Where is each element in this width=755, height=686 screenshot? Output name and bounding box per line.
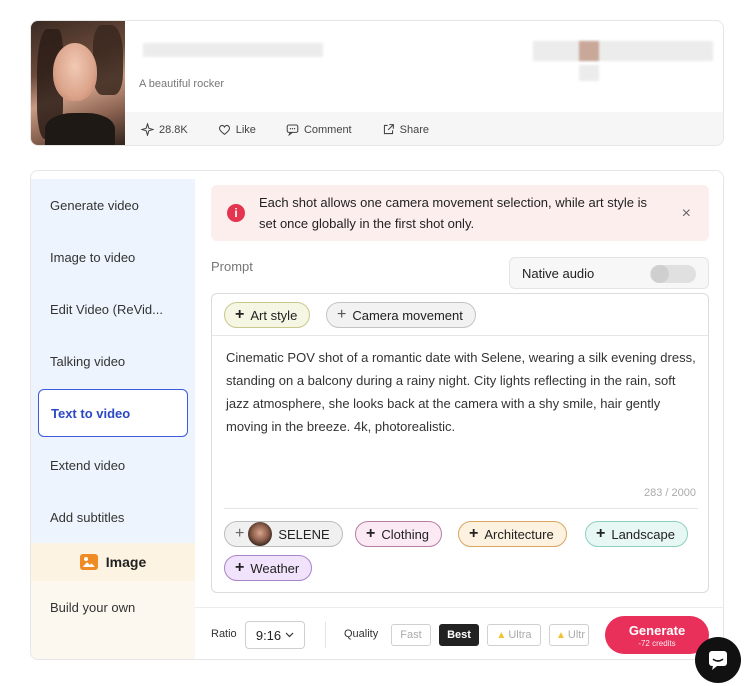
- plus-icon: +: [366, 525, 376, 542]
- image-icon: [79, 554, 98, 570]
- heart-icon: [218, 124, 230, 136]
- close-icon[interactable]: ×: [682, 205, 691, 223]
- plus-icon: +: [235, 306, 245, 323]
- character-mini-avatar: [248, 522, 273, 546]
- camera-movement-label: Camera movement: [352, 307, 463, 323]
- character-subtitle: A beautiful rocker: [139, 78, 224, 90]
- tag-clothing[interactable]: + Clothing: [355, 521, 443, 547]
- generation-settings-bar: Ratio 9:16 Quality Fast Best ▲ Ultra ▲ U…: [195, 607, 723, 659]
- sparkle-icon: [141, 123, 154, 136]
- sidebar-item-talking-video[interactable]: Talking video: [31, 335, 195, 387]
- chat-support-button[interactable]: [695, 637, 741, 683]
- sidebar-group-label: Image: [105, 554, 147, 570]
- quality-best-button[interactable]: Best: [439, 624, 479, 646]
- quality-ultra-alt-button[interactable]: ▲ Ultr: [549, 624, 589, 646]
- quality-ultra-button[interactable]: ▲ Ultra: [487, 624, 541, 646]
- info-alert: i Each shot allows one camera movement s…: [211, 185, 709, 241]
- character-avatar[interactable]: [31, 21, 125, 145]
- sidebar-item-text-to-video[interactable]: Text to video: [38, 389, 188, 437]
- prompt-editor[interactable]: + Art style + Camera movement Cinematic …: [211, 293, 709, 593]
- share-label: Share: [399, 123, 429, 136]
- generate-label: Generate: [628, 622, 686, 638]
- crown-icon: ▲: [496, 629, 507, 641]
- like-button[interactable]: Like: [218, 123, 256, 136]
- comment-button[interactable]: Comment: [286, 123, 352, 136]
- sidebar-item-add-subtitles[interactable]: Add subtitles: [31, 491, 195, 543]
- tag-weather[interactable]: + Weather: [224, 555, 313, 581]
- clothing-label: Clothing: [381, 526, 430, 542]
- blurred-badge-sub: [579, 65, 599, 81]
- generator-panel: Generate video Image to video Edit Video…: [30, 170, 724, 660]
- crown-icon: ▲: [556, 629, 566, 641]
- architecture-label: Architecture: [484, 526, 554, 542]
- chat-icon: [709, 651, 727, 670]
- generator-content: i Each shot allows one camera movement s…: [195, 171, 723, 659]
- plus-icon: +: [235, 525, 245, 542]
- quality-ultra-alt-label: Ultr: [567, 629, 586, 641]
- sidebar-item-edit-video[interactable]: Edit Video (ReVid...: [31, 283, 195, 335]
- like-label: Like: [235, 123, 256, 136]
- landscape-label: Landscape: [611, 526, 675, 542]
- stats-bar: 28.8K Like Comment Share: [125, 112, 723, 145]
- settings-divider: [325, 622, 326, 648]
- alert-message: Each shot allows one camera movement sel…: [259, 195, 648, 231]
- generate-credits: -72 credits: [638, 638, 676, 648]
- sidebar-item-image-to-video[interactable]: Image to video: [31, 231, 195, 283]
- plus-icon: +: [469, 525, 479, 542]
- selene-label: SELENE: [278, 526, 330, 542]
- tag-architecture[interactable]: + Architecture: [458, 521, 567, 547]
- ratio-label: Ratio: [211, 628, 237, 640]
- native-audio-toggle[interactable]: Native audio: [509, 257, 709, 289]
- sidebar: Generate video Image to video Edit Video…: [31, 179, 195, 659]
- editor-divider: [212, 335, 708, 336]
- character-card: A beautiful rocker 28.8K Like Comment Sh…: [30, 20, 724, 146]
- comment-label: Comment: [303, 123, 352, 136]
- sidebar-group-image[interactable]: Image: [31, 543, 195, 581]
- sidebar-item-build-your-own[interactable]: Build your own: [31, 581, 195, 633]
- comment-icon: [286, 124, 299, 136]
- character-tag-selene[interactable]: + SELENE: [224, 521, 343, 547]
- chevron-down-icon: [285, 632, 294, 638]
- blurred-badge: [533, 41, 713, 61]
- plus-icon: +: [337, 306, 347, 323]
- camera-movement-chip[interactable]: + Camera movement: [326, 302, 476, 328]
- sidebar-item-extend-video[interactable]: Extend video: [31, 439, 195, 491]
- quality-ultra-label: Ultra: [508, 629, 532, 641]
- plus-icon: +: [235, 559, 245, 576]
- generate-button[interactable]: Generate -72 credits: [605, 616, 709, 654]
- sidebar-image-section: Build your own: [31, 581, 195, 659]
- tags-divider: [224, 508, 698, 509]
- native-audio-label: Native audio: [522, 265, 595, 281]
- views-count: 28.8K: [159, 123, 188, 136]
- blurred-title: [143, 43, 323, 57]
- quality-label: Quality: [344, 628, 379, 640]
- views-stat: 28.8K: [141, 123, 188, 136]
- prompt-label: Prompt: [211, 259, 253, 274]
- blurred-badge-accent: [579, 41, 599, 61]
- art-style-chip[interactable]: + Art style: [224, 302, 311, 328]
- ratio-value: 9:16: [255, 627, 282, 643]
- info-icon: i: [227, 204, 245, 222]
- prompt-textarea[interactable]: Cinematic POV shot of a romantic date wi…: [226, 346, 696, 438]
- art-style-label: Art style: [250, 307, 298, 323]
- char-counter: 283 / 2000: [644, 487, 696, 499]
- weather-label: Weather: [250, 560, 300, 576]
- plus-icon: +: [596, 525, 606, 542]
- quality-fast-button[interactable]: Fast: [391, 624, 431, 646]
- sidebar-item-generate-video[interactable]: Generate video: [31, 179, 195, 231]
- tag-landscape[interactable]: + Landscape: [585, 521, 688, 547]
- ratio-select[interactable]: 9:16: [245, 621, 305, 649]
- share-icon: [383, 124, 394, 135]
- share-button[interactable]: Share: [382, 123, 429, 136]
- native-audio-switch[interactable]: [650, 265, 696, 283]
